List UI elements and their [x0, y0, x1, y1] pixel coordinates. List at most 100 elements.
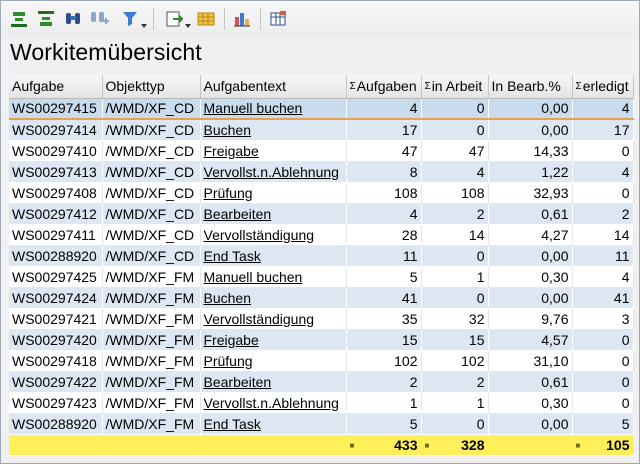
task-text-link[interactable]: Bearbeiten: [204, 206, 272, 222]
table-row[interactable]: WS00297424/WMD/XF_FM Buchen 41 0 0,00 41: [9, 287, 634, 309]
table-row[interactable]: WS00297410/WMD/XF_CD Freigabe 47 47 14,33 0: [9, 140, 634, 162]
cell-in-arbeit: 2: [421, 203, 489, 225]
cell-in-bearb-percent: 1,22: [488, 161, 573, 183]
cell-erledigt: 4: [572, 98, 634, 120]
binoculars-find-icon[interactable]: [61, 7, 85, 31]
column-header-aufgabe[interactable]: Aufgabe: [9, 75, 103, 99]
table-row[interactable]: WS00288920/WMD/XF_FM End Task 5 0 0,00 5: [9, 413, 634, 435]
cell-aufgabentext[interactable]: Manuell buchen: [200, 266, 347, 288]
cell-aufgabe: WS00297414: [9, 119, 103, 141]
cell-aufgabentext[interactable]: Manuell buchen: [200, 98, 347, 120]
toolbar: [1, 1, 639, 37]
cell-objekttyp: /WMD/XF_CD: [102, 98, 201, 120]
total-value: 433: [394, 436, 418, 453]
cell-aufgabentext[interactable]: Vervollst.n.Ablehnung: [200, 161, 347, 183]
table-row[interactable]: WS00297420/WMD/XF_FM Freigabe 15 15 4,57 0: [9, 329, 634, 351]
cell-objekttyp: /WMD/XF_FM: [102, 287, 201, 309]
header-label: In Bearb.%: [491, 78, 561, 95]
task-text-link[interactable]: End Task: [204, 248, 261, 264]
cell-in-bearb-percent: 0,61: [488, 203, 573, 225]
cell-erledigt: 41: [572, 287, 634, 309]
cell-in-arbeit: 0: [421, 245, 489, 267]
column-header-aufgaben[interactable]: ΣAufgaben: [346, 75, 422, 99]
task-text-link[interactable]: Manuell buchen: [204, 269, 303, 285]
table-row[interactable]: WS00297422/WMD/XF_FM Bearbeiten 2 2 0,61 0: [9, 371, 634, 393]
task-text-link[interactable]: Prüfung: [204, 185, 253, 201]
column-header-objekttyp[interactable]: Objekttyp: [102, 75, 201, 99]
cell-aufgabentext[interactable]: Freigabe: [200, 140, 347, 162]
cell-in-arbeit: 102: [421, 350, 489, 372]
cell-aufgabentext[interactable]: Vervollständigung: [200, 308, 347, 330]
table-row[interactable]: WS00297423/WMD/XF_FM Vervollst.n.Ablehnun…: [9, 392, 634, 414]
column-settings-icon[interactable]: [266, 7, 290, 31]
cell-aufgabentext[interactable]: End Task: [200, 245, 347, 267]
cell-erledigt: 11: [572, 245, 634, 267]
cell-aufgabentext[interactable]: Buchen: [200, 287, 347, 309]
table-row[interactable]: WS00297408/WMD/XF_CD Prüfung 108 108 32,93 0: [9, 182, 634, 204]
total-value: 328: [461, 436, 485, 453]
cell-in-bearb-percent: 0,00: [488, 413, 573, 435]
cell-aufgabentext[interactable]: Freigabe: [200, 329, 347, 351]
table-row[interactable]: WS00297421/WMD/XF_FM Vervollständigung 35 3…: [9, 308, 634, 330]
cell-aufgabe: WS00288920: [9, 245, 103, 267]
table-row[interactable]: WS00288920/WMD/XF_CD End Task 11 0 0,00 11: [9, 245, 634, 267]
cell-objekttyp: /WMD/XF_CD: [102, 119, 201, 141]
column-header-aufgabentext[interactable]: Aufgabentext: [200, 75, 347, 99]
column-header-in-arbeit[interactable]: Σin Arbeit: [421, 75, 489, 99]
cell-aufgabentext[interactable]: Prüfung: [200, 350, 347, 372]
export-icon[interactable]: [159, 7, 191, 31]
task-text-link[interactable]: Prüfung: [204, 353, 253, 369]
task-text-link[interactable]: Vervollst.n.Ablehnung: [204, 164, 339, 180]
table-row[interactable]: WS00297411/WMD/XF_CD Vervollständigung 28 1…: [9, 224, 634, 246]
cell-aufgabentext[interactable]: Prüfung: [200, 182, 347, 204]
cell-erledigt: 4: [572, 161, 634, 183]
cell-in-bearb-percent: 4,57: [488, 329, 573, 351]
task-text-link[interactable]: Vervollständigung: [204, 227, 315, 243]
cell-objekttyp: /WMD/XF_CD: [102, 245, 201, 267]
task-text-link[interactable]: Vervollständigung: [204, 311, 315, 327]
cell-in-arbeit: 15: [421, 329, 489, 351]
column-header-erledigt[interactable]: Σerledigt: [572, 75, 634, 99]
cell-aufgabentext[interactable]: Buchen: [200, 119, 347, 141]
cell-objekttyp: /WMD/XF_CD: [102, 203, 201, 225]
align-bottom-icon[interactable]: [7, 7, 31, 31]
align-top-icon[interactable]: [34, 7, 58, 31]
cell-aufgaben: 108: [346, 182, 422, 204]
cell-aufgabentext[interactable]: Bearbeiten: [200, 371, 347, 393]
table-row[interactable]: WS00297425/WMD/XF_FM Manuell buchen 5 1 0,30…: [9, 266, 634, 288]
cell-in-arbeit: 1: [421, 392, 489, 414]
task-text-link[interactable]: Freigabe: [204, 143, 259, 159]
cell-objekttyp: /WMD/XF_FM: [102, 266, 201, 288]
task-text-link[interactable]: Buchen: [204, 290, 251, 306]
sum-icon: Σ: [424, 81, 431, 93]
cell-aufgabentext[interactable]: End Task: [200, 413, 347, 435]
cell-objekttyp: /WMD/XF_FM: [102, 371, 201, 393]
task-text-link[interactable]: End Task: [204, 416, 261, 432]
task-text-link[interactable]: Buchen: [204, 122, 251, 138]
table-row[interactable]: WS00297415/WMD/XF_CD Manuell buchen 4 0 0,00…: [9, 98, 634, 120]
cell-aufgabentext[interactable]: Bearbeiten: [200, 203, 347, 225]
page-title: Workitemübersicht: [10, 39, 202, 65]
task-text-link[interactable]: Manuell buchen: [204, 100, 303, 116]
filter-icon[interactable]: [115, 7, 147, 31]
layout-grid-icon[interactable]: [194, 7, 218, 31]
table-row[interactable]: WS00297413/WMD/XF_CD Vervollst.n.Ablehnun…: [9, 161, 634, 183]
table-row[interactable]: WS00297412/WMD/XF_CD Bearbeiten 4 2 0,61 2: [9, 203, 634, 225]
task-text-link[interactable]: Bearbeiten: [204, 374, 272, 390]
task-text-link[interactable]: Vervollst.n.Ablehnung: [204, 395, 339, 411]
cell-aufgabe: WS00297410: [9, 140, 103, 162]
task-text-link[interactable]: Freigabe: [204, 332, 259, 348]
cell-aufgaben: 2: [346, 371, 422, 393]
cell-aufgabentext[interactable]: Vervollständigung: [200, 224, 347, 246]
cell-erledigt: 0: [572, 371, 634, 393]
table-row[interactable]: WS00297418/WMD/XF_FM Prüfung 102 102 31,10 0: [9, 350, 634, 372]
cell-in-arbeit: 2: [421, 371, 489, 393]
table-header-row: Aufgabe Objekttyp Aufgabentext ΣAufgaben…: [9, 75, 634, 99]
total-empty: [200, 433, 347, 456]
bar-chart-icon[interactable]: [230, 7, 254, 31]
table-row[interactable]: WS00297414/WMD/XF_CD Buchen 17 0 0,00 17: [9, 119, 634, 141]
column-header-in-bearb-percent[interactable]: In Bearb.%: [488, 75, 573, 99]
find-next-icon[interactable]: [88, 7, 112, 31]
cell-aufgabentext[interactable]: Vervollst.n.Ablehnung: [200, 392, 347, 414]
cell-aufgabe: WS00288920: [9, 413, 103, 435]
